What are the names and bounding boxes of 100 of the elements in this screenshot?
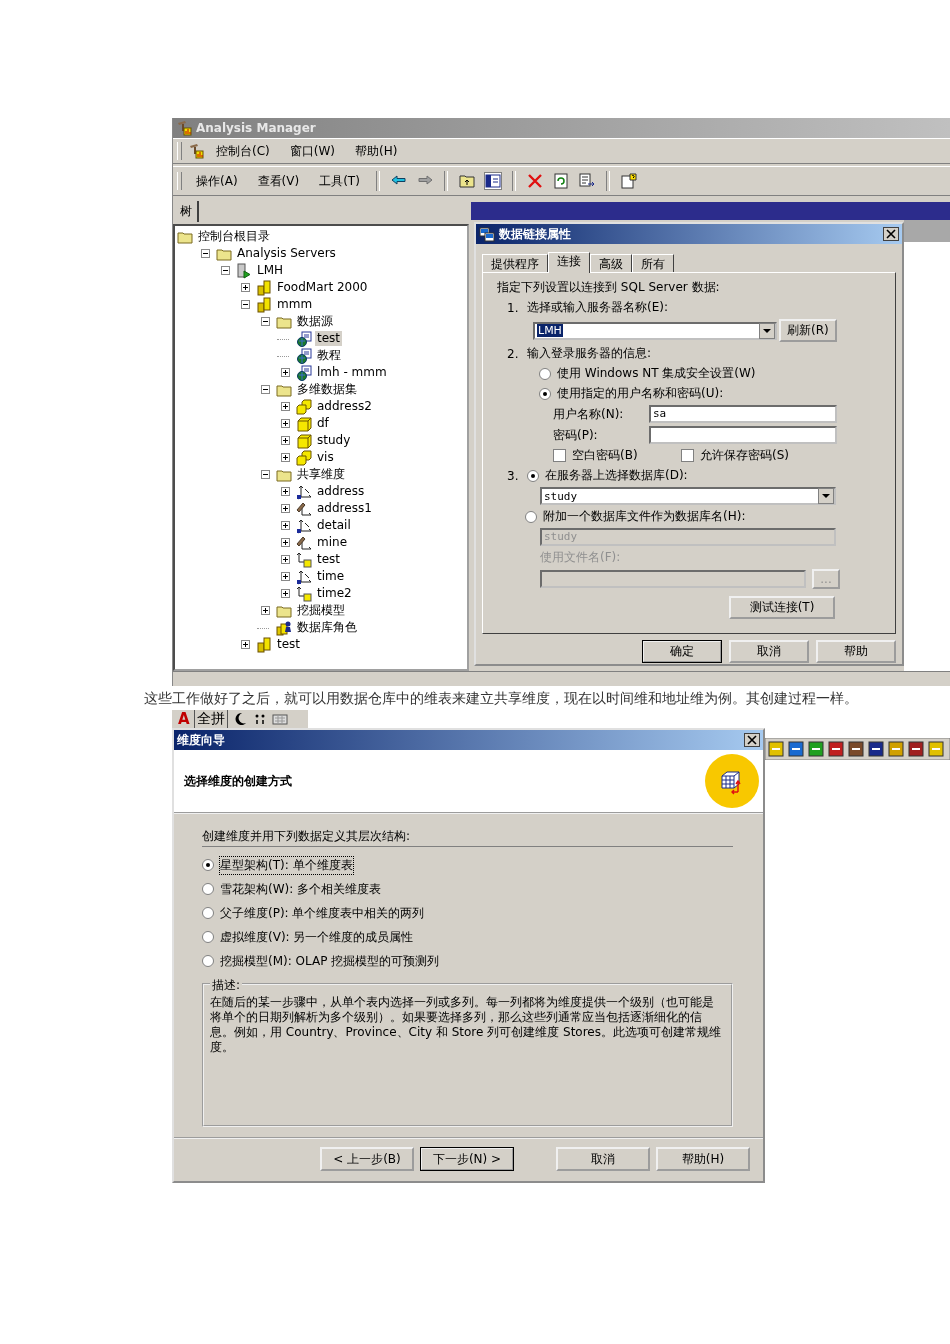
field-label: 使用文件名(F):: [540, 549, 621, 566]
radio-button[interactable]: [202, 907, 214, 919]
tree-item[interactable]: study: [315, 433, 353, 448]
collapse-icon[interactable]: [240, 300, 250, 309]
collapse-icon[interactable]: [260, 385, 270, 394]
menu-item[interactable]: 操作(A): [188, 170, 246, 192]
tree-item[interactable]: 控制台根目录: [196, 229, 272, 244]
tree-item[interactable]: address: [315, 484, 367, 499]
tree-item[interactable]: 数据库角色: [295, 620, 359, 635]
button[interactable]: 取消: [729, 640, 809, 663]
radio-button[interactable]: [202, 931, 214, 943]
tree-item[interactable]: vis: [315, 450, 336, 465]
expand-icon[interactable]: [240, 640, 250, 649]
button[interactable]: 确定: [642, 640, 722, 663]
tab[interactable]: 连接: [548, 252, 590, 273]
dropdown-icon[interactable]: [818, 488, 834, 504]
panel-icon[interactable]: [484, 173, 501, 189]
expand-icon[interactable]: [280, 538, 290, 547]
checkbox[interactable]: [553, 449, 566, 462]
button[interactable]: 帮助(H): [656, 1147, 750, 1171]
menu-item[interactable]: 查看(V): [249, 170, 308, 192]
group-label: 描述:: [210, 977, 243, 994]
username-field[interactable]: sa: [649, 405, 837, 423]
window-title: Analysis Manager: [196, 121, 317, 135]
expand-icon[interactable]: [280, 368, 290, 377]
tree-item[interactable]: 教程: [315, 348, 343, 363]
tree-item[interactable]: mine: [315, 535, 349, 550]
dropdown-icon[interactable]: [759, 322, 775, 339]
folder-up-icon[interactable]: [458, 173, 475, 189]
radio-label: 虚拟维度(V): 另一个维度的成员属性: [220, 928, 414, 946]
tree-item[interactable]: 共享维度: [295, 467, 347, 482]
tree-item[interactable]: mmm: [275, 297, 315, 312]
radio-button[interactable]: [202, 955, 214, 967]
field-label: 用户名称(N):: [553, 405, 625, 423]
radio-button[interactable]: [527, 469, 539, 482]
expand-icon[interactable]: [260, 606, 270, 615]
menu-item[interactable]: 窗口(W): [281, 140, 343, 162]
app-icon[interactable]: [188, 143, 204, 159]
password-field[interactable]: [649, 426, 837, 444]
expand-icon[interactable]: [280, 436, 290, 445]
radio-button[interactable]: [202, 883, 214, 895]
expand-icon[interactable]: [280, 521, 290, 530]
tree-item[interactable]: 挖掘模型: [295, 603, 347, 618]
button[interactable]: 下一步(N) >: [420, 1147, 514, 1171]
expand-icon[interactable]: [280, 572, 290, 581]
radio-button[interactable]: [539, 387, 551, 400]
collapse-icon[interactable]: [260, 317, 270, 326]
radio-button[interactable]: [525, 510, 537, 523]
tree-item[interactable]: test: [275, 637, 303, 652]
expand-icon[interactable]: [280, 504, 290, 513]
radio-button[interactable]: [202, 859, 214, 871]
expand-icon[interactable]: [280, 453, 290, 462]
tree-item[interactable]: lmh - mmm: [315, 365, 389, 380]
test-connection-button[interactable]: 测试连接(T): [729, 596, 835, 619]
menu-item[interactable]: 工具(T): [311, 170, 368, 192]
collapse-icon[interactable]: [220, 266, 230, 275]
tree-item[interactable]: test: [315, 331, 343, 346]
button[interactable]: 取消: [556, 1147, 650, 1171]
collapse-icon[interactable]: [200, 249, 210, 258]
tree-item[interactable]: detail: [315, 518, 353, 533]
paragraph: 这些工作做好了之后，就可以用数据仓库中的维表来建立共享维度，现在以时间维和地址维为例。其创建过程一样。: [144, 690, 859, 708]
expand-icon[interactable]: [280, 555, 290, 564]
collapse-icon[interactable]: [260, 470, 270, 479]
tree-item[interactable]: df: [315, 416, 331, 431]
tab[interactable]: 高级: [590, 254, 632, 272]
refresh-button[interactable]: 刷新(R): [779, 319, 837, 342]
checkbox[interactable]: [681, 449, 694, 462]
tree-item[interactable]: address2: [315, 399, 374, 414]
expand-icon[interactable]: [280, 419, 290, 428]
expand-icon[interactable]: [280, 402, 290, 411]
refresh-icon[interactable]: [552, 173, 569, 189]
file-name-field[interactable]: [540, 570, 806, 588]
expand-icon[interactable]: [240, 283, 250, 292]
delete-icon[interactable]: [526, 173, 543, 189]
tree-item[interactable]: 多维数据集: [295, 382, 359, 397]
tree-item[interactable]: 数据源: [295, 314, 335, 329]
menu-item[interactable]: 控制台(C): [208, 140, 278, 162]
server-combo[interactable]: LMH: [533, 321, 777, 340]
radio-button[interactable]: [539, 367, 551, 380]
tree-item[interactable]: FoodMart 2000: [275, 280, 370, 295]
expand-icon[interactable]: [280, 487, 290, 496]
tree-item[interactable]: test: [315, 552, 343, 567]
export-icon[interactable]: [578, 173, 595, 189]
tree-item[interactable]: time: [315, 569, 347, 584]
tree-item[interactable]: LMH: [255, 263, 286, 278]
help-icon[interactable]: [620, 173, 637, 189]
button[interactable]: < 上一步(B): [320, 1147, 414, 1171]
tab[interactable]: 所有: [632, 254, 674, 272]
button[interactable]: 帮助: [816, 640, 896, 663]
tree-item[interactable]: time2: [315, 586, 354, 601]
close-button[interactable]: [883, 227, 899, 241]
close-button[interactable]: [744, 733, 760, 747]
menu-item[interactable]: 帮助(H): [347, 140, 406, 162]
language-indicator[interactable]: A: [178, 710, 190, 728]
step-label: 选择或输入服务器名称(E):: [527, 299, 668, 316]
tab[interactable]: 提供程序: [482, 254, 548, 272]
database-combo[interactable]: study: [540, 487, 836, 505]
tree-item[interactable]: address1: [315, 501, 374, 516]
tree-item[interactable]: Analysis Servers: [235, 246, 338, 261]
expand-icon[interactable]: [280, 589, 290, 598]
